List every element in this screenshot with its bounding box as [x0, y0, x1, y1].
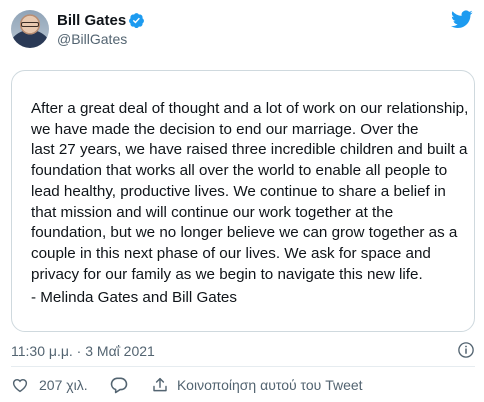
verified-badge-icon — [129, 13, 144, 29]
tweet-header: Bill Gates @BillGates — [11, 10, 473, 50]
tweet-content-box: After a great deal of thought and a lot … — [11, 70, 475, 332]
tweet-text-line: last 27 years, we have raised three incr… — [31, 141, 468, 159]
avatar[interactable] — [11, 10, 49, 48]
share-button[interactable]: Κοινοποίηση αυτού του Tweet — [151, 375, 363, 395]
like-button[interactable]: 207 χιλ. — [11, 375, 88, 395]
tweet-meta: 11:30 μ.μ. · 3 Μαΐ 2021 — [11, 341, 475, 361]
info-icon[interactable] — [457, 341, 475, 359]
tweet-text: After a great deal of thought and a lot … — [31, 99, 469, 285]
share-label: Κοινοποίηση αυτού του Tweet — [177, 377, 363, 393]
heart-icon — [12, 378, 28, 393]
tweet-text-line: After a great deal of thought and a lot … — [31, 100, 469, 117]
twitter-bird-icon[interactable] — [451, 10, 473, 29]
tweet-text-line: foundation that works all over the world… — [31, 162, 448, 180]
share-icon — [153, 377, 167, 392]
reply-icon[interactable] — [109, 375, 129, 395]
tweet-timestamp[interactable]: 11:30 μ.μ. · 3 Μαΐ 2021 — [11, 343, 155, 359]
tweet-text-line: foundation, but we no longer believe we … — [31, 224, 458, 242]
author-handle[interactable]: @BillGates — [57, 31, 127, 47]
author-display-name[interactable]: Bill Gates — [57, 12, 126, 29]
tweet-actions: 207 χιλ. Κοινοποίηση αυτού του Tweet — [11, 375, 475, 397]
tweet-text-line: lead healthy, productive lives. We conti… — [31, 182, 446, 200]
avatar-glasses — [21, 22, 39, 27]
divider — [11, 366, 475, 367]
tweet-card: Bill Gates @BillGates After a great deal… — [0, 0, 484, 402]
tweet-text-line: privacy for our family as we begin to na… — [31, 265, 423, 283]
like-count: 207 χιλ. — [39, 377, 88, 393]
tweet-text-line: we have made the decision to end our mar… — [31, 120, 419, 138]
tweet-text-line: couple in this next phase of our lives. … — [31, 244, 431, 262]
tweet-text-line: that mission and will continue our work … — [31, 203, 394, 221]
tweet-signature: - Melinda Gates and Bill Gates — [31, 289, 237, 306]
